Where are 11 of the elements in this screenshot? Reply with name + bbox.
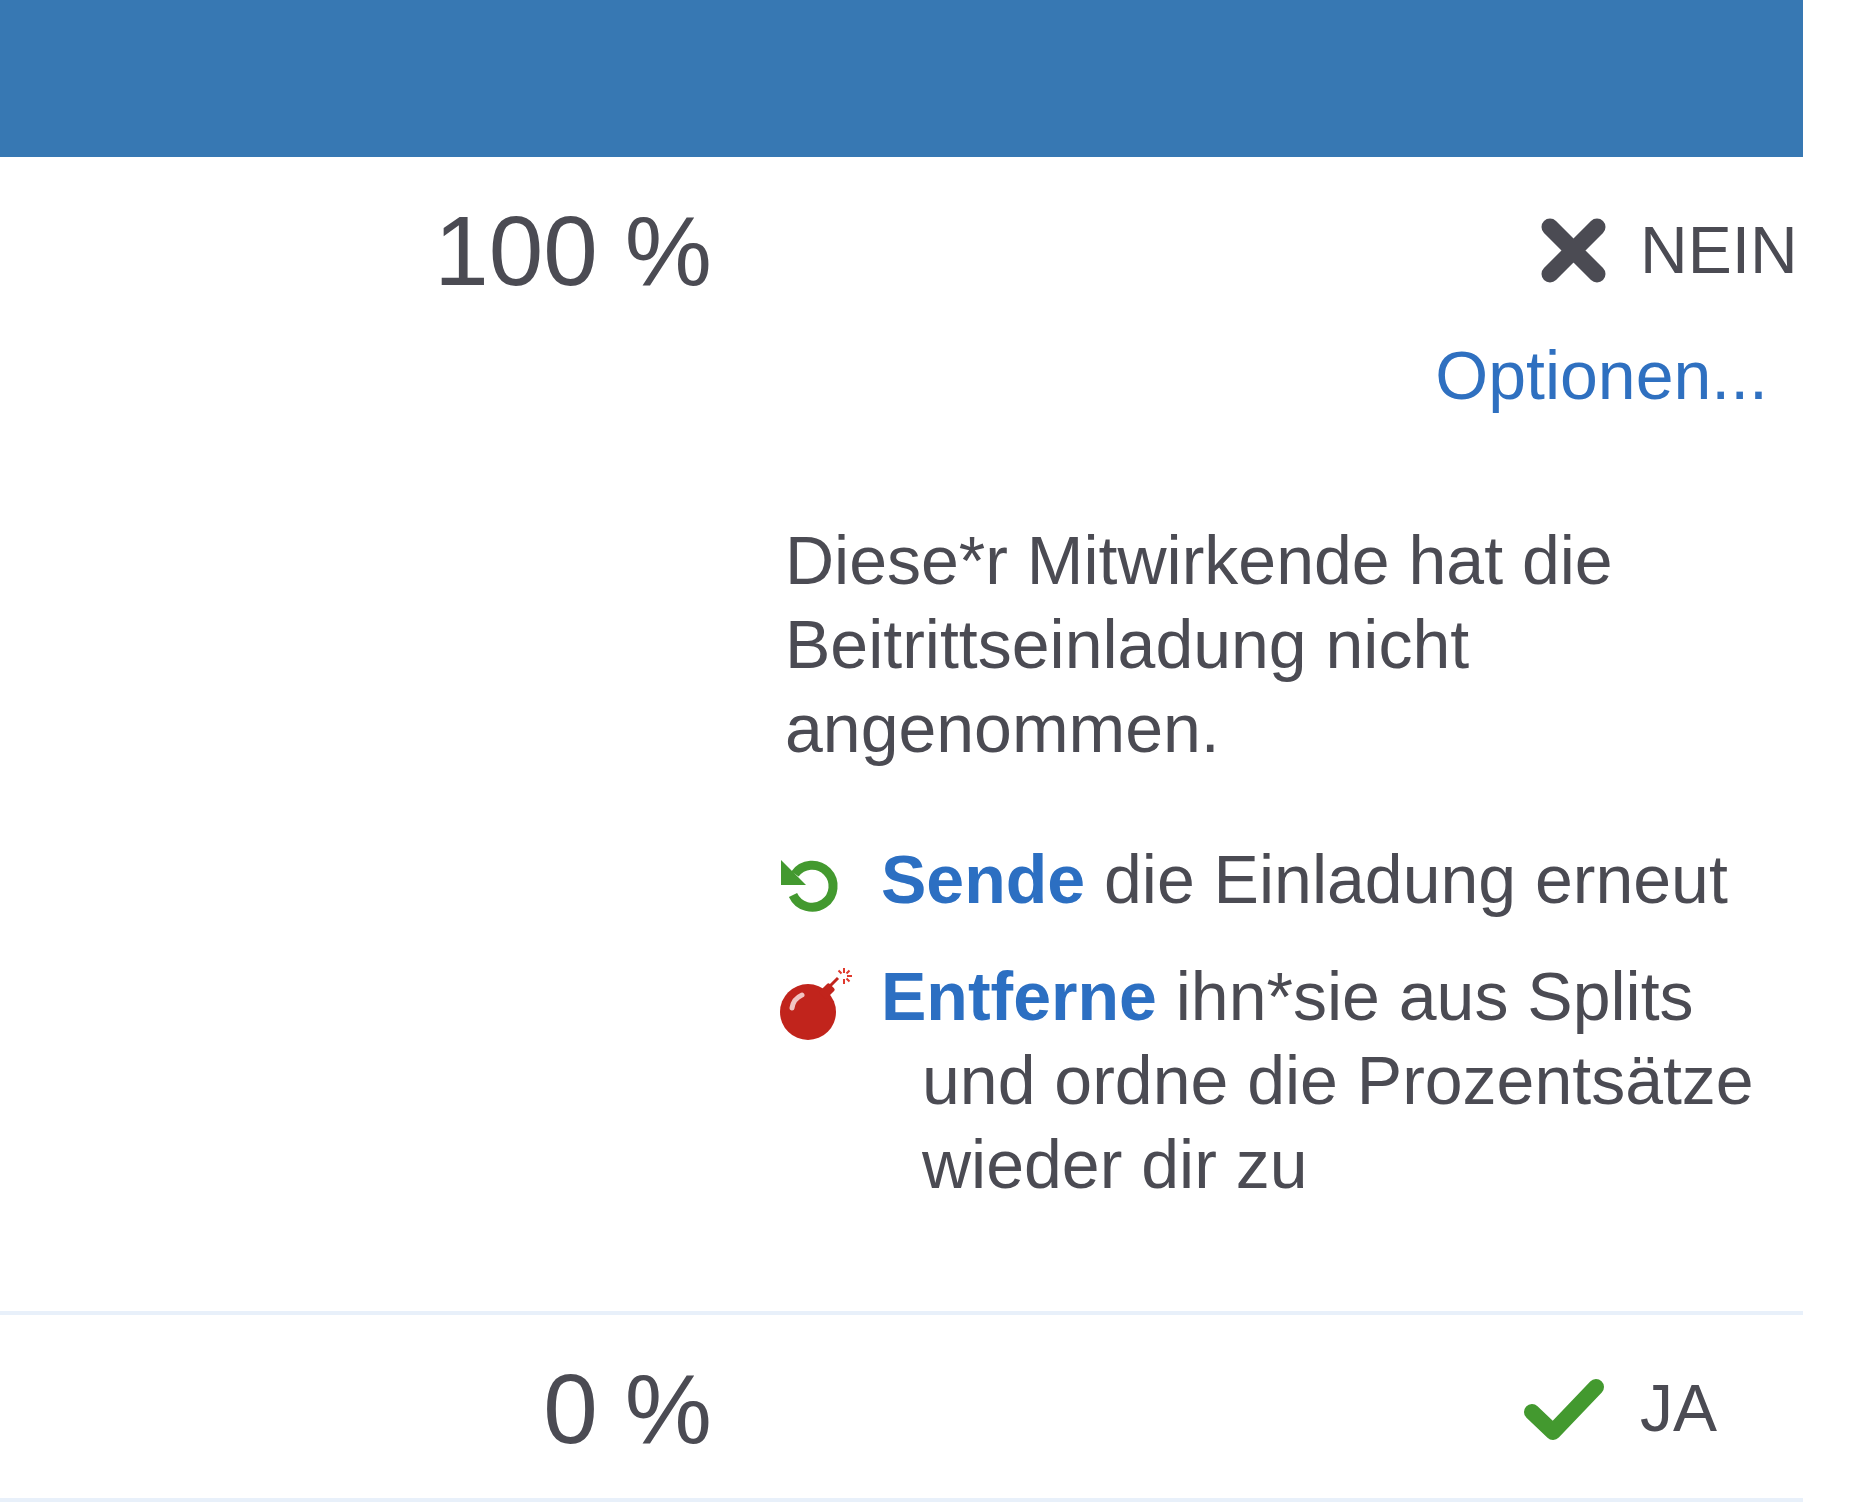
- resend-link[interactable]: Sende: [881, 841, 1086, 917]
- percent-text: 100 %: [434, 202, 712, 300]
- refresh-icon: [780, 857, 840, 914]
- action-text: Sende die Einladung erneut: [881, 840, 1729, 919]
- bomb-icon: [780, 968, 852, 1040]
- status-label: JA: [1640, 1375, 1718, 1441]
- message-text: Diese*r Mitwirkende hat die Beitrittseinladung nicht angenommen.: [785, 521, 1614, 768]
- percent-text: 0 %: [543, 1360, 712, 1458]
- action-text: Entferne ihn*sie aus Splits und ordne die Prozentsätze wieder dir zu: [881, 957, 1755, 1204]
- remove-link[interactable]: Entferne: [881, 958, 1157, 1034]
- status-label: NEIN: [1640, 217, 1798, 283]
